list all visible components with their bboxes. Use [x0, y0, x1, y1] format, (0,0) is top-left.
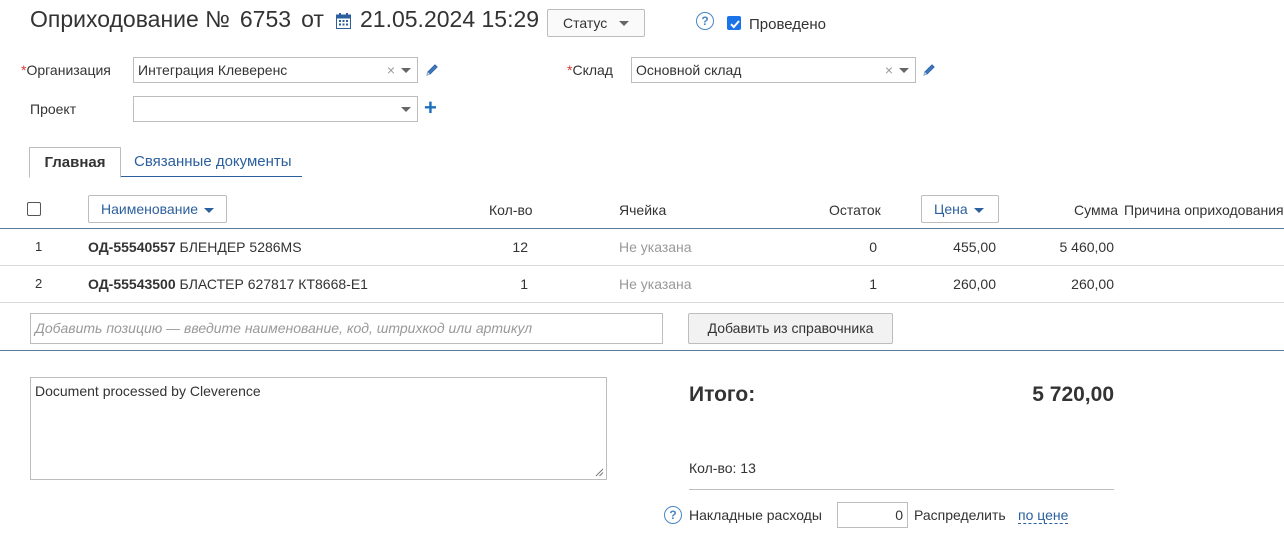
posted-label: Проведено: [749, 16, 826, 33]
organization-value: Интеграция Клеверенс: [138, 62, 288, 78]
date-from-label: от: [301, 6, 324, 32]
organization-label: *Организация: [21, 62, 111, 78]
sort-by-name-button[interactable]: Наименование: [88, 195, 227, 223]
row-product-name: БЛЕНДЕР 5286MS: [179, 239, 302, 255]
column-qty-header: Кол-во: [489, 202, 533, 218]
tab-main[interactable]: Главная: [29, 147, 121, 178]
add-position-input[interactable]: Добавить позицию — введите наименование,…: [30, 313, 663, 344]
row-divider: [0, 302, 1284, 303]
row-product-code: ОД-55540557: [88, 239, 176, 255]
chevron-down-icon: [204, 207, 215, 213]
row-price[interactable]: 260,00: [920, 276, 996, 292]
column-sum-header: Сумма: [1074, 202, 1118, 218]
distribute-method-link[interactable]: по цене: [1018, 507, 1069, 524]
row-price[interactable]: 455,00: [920, 239, 996, 255]
chevron-down-icon: [973, 207, 984, 213]
plus-icon[interactable]: +: [424, 97, 437, 119]
document-title: Оприходование № 6753 от: [30, 6, 324, 33]
row-stock: 1: [869, 276, 877, 292]
project-select[interactable]: [133, 96, 418, 122]
document-date[interactable]: 21.05.2024 15:29: [360, 6, 539, 33]
resize-handle-icon[interactable]: [595, 468, 604, 477]
document-number: 6753: [239, 6, 292, 32]
pencil-icon[interactable]: [922, 63, 936, 77]
column-reason-header: Причина оприходования: [1124, 202, 1284, 218]
add-from-catalog-button[interactable]: Добавить из справочника: [688, 313, 893, 344]
chevron-down-icon[interactable]: [899, 68, 909, 73]
status-button[interactable]: Статус: [547, 9, 645, 37]
sort-by-price-button[interactable]: Цена: [921, 195, 999, 223]
clear-icon[interactable]: ×: [885, 58, 893, 82]
posted-checkbox[interactable]: [727, 16, 741, 30]
select-all-checkbox[interactable]: [27, 202, 41, 216]
warehouse-label-text: Склад: [572, 62, 613, 78]
document-type-label: Оприходование №: [30, 6, 230, 32]
tab-related-documents[interactable]: Связанные документы: [121, 147, 302, 177]
table-bottom-divider: [0, 350, 1284, 351]
row-cell[interactable]: Не указана: [619, 239, 692, 255]
row-qty[interactable]: 12: [470, 239, 528, 255]
row-index: 1: [35, 239, 43, 254]
help-icon[interactable]: ?: [664, 506, 682, 524]
project-label: Проект: [30, 101, 77, 117]
row-cell[interactable]: Не указана: [619, 276, 692, 292]
row-index: 2: [35, 276, 43, 291]
row-product-name: БЛАСТЕР 627817 КТ8668-Е1: [179, 276, 368, 292]
column-name-label: Наименование: [101, 201, 199, 217]
overhead-input[interactable]: 0: [837, 502, 908, 528]
organization-label-text: Организация: [26, 62, 111, 78]
chevron-down-icon[interactable]: [401, 68, 411, 73]
overhead-label: Накладные расходы: [689, 507, 822, 523]
pencil-icon[interactable]: [425, 63, 439, 77]
distribute-label: Распределить: [914, 507, 1006, 523]
total-qty: Кол-во: 13: [689, 460, 756, 476]
warehouse-value: Основной склад: [636, 62, 742, 78]
row-product[interactable]: ОД-55543500 БЛАСТЕР 627817 КТ8668-Е1: [88, 276, 368, 292]
total-label: Итого:: [689, 383, 756, 406]
warehouse-label: *Склад: [567, 62, 613, 78]
column-cell-header: Ячейка: [619, 202, 667, 218]
row-product[interactable]: ОД-55540557 БЛЕНДЕР 5286MS: [88, 239, 302, 255]
chevron-down-icon[interactable]: [401, 107, 411, 112]
organization-select[interactable]: Интеграция Клеверенс ×: [133, 57, 418, 83]
column-stock-header: Остаток: [829, 202, 881, 218]
help-icon[interactable]: ?: [696, 12, 714, 30]
row-stock: 0: [869, 239, 877, 255]
row-product-code: ОД-55543500: [88, 276, 176, 292]
comment-text: Document processed by Cleverence: [35, 383, 261, 399]
row-sum: 5 460,00: [1059, 239, 1115, 255]
check-icon: [730, 20, 740, 29]
row-qty[interactable]: 1: [470, 276, 528, 292]
footer-divider: [689, 489, 1114, 490]
column-price-label: Цена: [934, 201, 968, 217]
chevron-down-icon: [619, 21, 629, 26]
status-button-label: Статус: [563, 15, 608, 31]
comment-textarea[interactable]: Document processed by Cleverence: [30, 377, 607, 480]
warehouse-select[interactable]: Основной склад ×: [631, 57, 916, 83]
total-value: 5 720,00: [1032, 383, 1114, 406]
clear-icon[interactable]: ×: [387, 58, 395, 82]
calendar-icon[interactable]: [336, 13, 351, 29]
row-sum: 260,00: [1071, 276, 1114, 292]
